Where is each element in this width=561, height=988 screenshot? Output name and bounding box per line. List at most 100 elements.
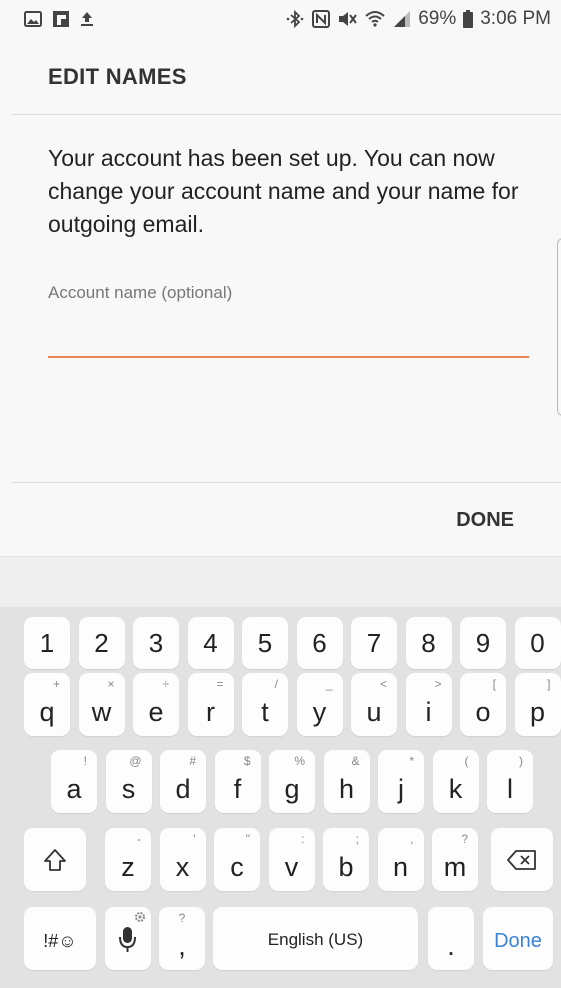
comma-key[interactable]: ? , bbox=[159, 907, 205, 970]
key-0[interactable]: 0 bbox=[514, 617, 561, 669]
key-z[interactable]: -z bbox=[105, 828, 151, 891]
key-label: k bbox=[448, 774, 463, 804]
period-key[interactable]: . bbox=[428, 907, 474, 970]
key-d[interactable]: # d bbox=[160, 750, 206, 813]
status-bar: 69% 3:06 PM bbox=[0, 0, 561, 40]
key-label: w bbox=[91, 697, 112, 727]
keyboard-done-key[interactable]: Done bbox=[483, 907, 553, 970]
done-button[interactable]: DONE bbox=[430, 498, 530, 542]
key-b[interactable]: ; b bbox=[323, 828, 369, 891]
key-hint: ÷ bbox=[162, 677, 169, 691]
key-label: p bbox=[529, 697, 546, 727]
key-hint: , bbox=[410, 832, 414, 846]
space-key[interactable]: English (US) bbox=[213, 907, 418, 970]
settings-gear-icon bbox=[135, 912, 145, 922]
key-p[interactable]: ] p bbox=[514, 673, 561, 736]
key-label: z bbox=[121, 852, 135, 882]
flipboard-notification-icon bbox=[53, 11, 69, 27]
dialog-message: Your account has been set up. You can no… bbox=[48, 145, 519, 237]
key-label: d bbox=[175, 774, 191, 804]
key-label: a bbox=[66, 774, 82, 804]
key-o[interactable]: [o bbox=[460, 673, 506, 736]
key-9[interactable]: 9 bbox=[460, 617, 506, 669]
keyboard: 1 2 3 4 5 6 7 8 9 0 + q × w ÷ e = r / t _ y < u > i[o] p! a @ s # d $ f% g… bbox=[0, 607, 561, 988]
nfc-icon bbox=[312, 10, 331, 28]
key-label: b bbox=[338, 852, 354, 882]
key-j[interactable]: * j bbox=[378, 750, 424, 813]
key-y[interactable]: _ y bbox=[296, 673, 343, 736]
key-hint: : bbox=[301, 832, 305, 846]
key-hint: ; bbox=[355, 832, 359, 846]
key-label: 4 bbox=[203, 628, 218, 658]
backspace-key[interactable] bbox=[491, 828, 553, 891]
key-label: 0 bbox=[530, 628, 545, 658]
key-f[interactable]: $ f bbox=[214, 750, 261, 813]
key-m[interactable]: ? m bbox=[432, 828, 478, 891]
key-hint: ? bbox=[461, 832, 468, 846]
key-u[interactable]: < u bbox=[351, 673, 397, 736]
key-hint: " bbox=[245, 832, 250, 846]
key-hint: ] bbox=[547, 677, 551, 691]
scroll-edge-indicator bbox=[557, 238, 561, 416]
key-5[interactable]: 5 bbox=[242, 617, 288, 669]
key-label: f bbox=[233, 774, 242, 804]
key-hint: = bbox=[216, 677, 224, 691]
key-label: h bbox=[338, 774, 355, 804]
key-a[interactable]: ! a bbox=[51, 750, 97, 813]
key-1[interactable]: 1 bbox=[24, 617, 70, 669]
key-label: i bbox=[425, 697, 432, 727]
key-label: e bbox=[148, 697, 164, 727]
key-g[interactable]: % g bbox=[269, 750, 315, 813]
key-hint: % bbox=[294, 754, 305, 768]
key-label: 2 bbox=[94, 628, 109, 658]
key-3[interactable]: 3 bbox=[133, 617, 179, 669]
shift-key[interactable] bbox=[24, 828, 86, 891]
key-label: 7 bbox=[366, 628, 382, 658]
key-l[interactable]: ) l bbox=[487, 750, 533, 813]
key-hint: ! bbox=[83, 754, 87, 768]
dialog-title: EDIT NAMES bbox=[48, 64, 187, 89]
key-label: j bbox=[398, 774, 404, 804]
voice-input-key[interactable] bbox=[105, 907, 151, 970]
key-label: 6 bbox=[312, 628, 327, 658]
key-e[interactable]: ÷ e bbox=[133, 673, 179, 736]
key-q[interactable]: + q bbox=[24, 673, 70, 736]
key-label: 9 bbox=[475, 628, 491, 658]
key-n[interactable]: ,n bbox=[377, 828, 424, 891]
key-k[interactable]: (k bbox=[432, 750, 479, 813]
account-name-input[interactable] bbox=[48, 318, 529, 358]
key-7[interactable]: 7 bbox=[351, 617, 397, 669]
key-x[interactable]: ' x bbox=[159, 828, 206, 891]
symbols-key[interactable]: !#☺ bbox=[24, 907, 96, 970]
key-label: n bbox=[392, 852, 409, 882]
key-label: 1 bbox=[39, 628, 55, 658]
key-2[interactable]: 2 bbox=[78, 617, 125, 669]
key-hint: # bbox=[189, 754, 196, 768]
key-s[interactable]: @ s bbox=[105, 750, 152, 813]
key-h[interactable]: & h bbox=[323, 750, 370, 813]
key-t[interactable]: / t bbox=[242, 673, 288, 736]
bluetooth-icon bbox=[286, 9, 304, 29]
key-6[interactable]: 6 bbox=[296, 617, 343, 669]
battery-percent: 69% bbox=[418, 8, 457, 29]
account-name-label: Account name (optional) bbox=[48, 283, 233, 302]
key-hint: * bbox=[409, 754, 414, 768]
key-hint: ' bbox=[193, 832, 196, 846]
key-c[interactable]: " c bbox=[214, 828, 260, 891]
key-i[interactable]: > i bbox=[405, 673, 452, 736]
key-label: m bbox=[443, 852, 467, 882]
key-hint: ( bbox=[464, 754, 469, 768]
key-w[interactable]: × w bbox=[78, 673, 125, 736]
upload-icon bbox=[81, 12, 93, 26]
key-label: l bbox=[507, 774, 513, 804]
key-r[interactable]: = r bbox=[187, 673, 234, 736]
key-hint: @ bbox=[129, 754, 142, 768]
key-label: u bbox=[366, 697, 382, 727]
key-8[interactable]: 8 bbox=[405, 617, 452, 669]
key-v[interactable]: :v bbox=[268, 828, 315, 891]
key-4[interactable]: 4 bbox=[187, 617, 234, 669]
key-hint: $ bbox=[243, 754, 251, 768]
battery-icon bbox=[463, 10, 474, 28]
key-hint: < bbox=[379, 677, 387, 691]
key-hint: > bbox=[434, 677, 442, 691]
